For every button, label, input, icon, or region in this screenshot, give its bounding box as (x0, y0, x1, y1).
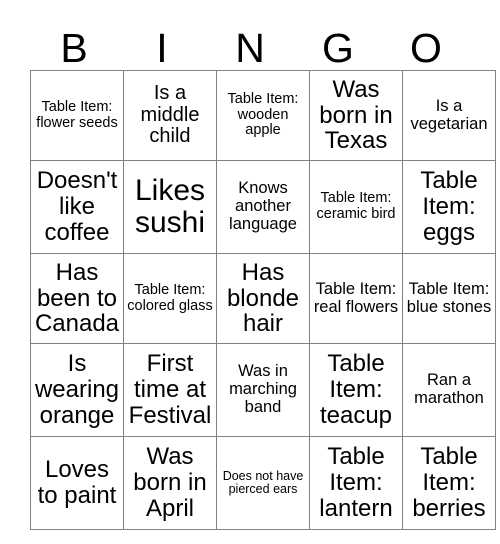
header-letter-o: O (410, 25, 442, 71)
bingo-cell[interactable]: Table Item: blue stones (402, 253, 496, 344)
bingo-cell[interactable]: Has blonde hair (216, 253, 310, 344)
bingo-cell[interactable]: Is wearing orange (30, 343, 124, 437)
bingo-cell[interactable]: Does not have pierced ears (216, 436, 310, 530)
bingo-cell[interactable]: Is a vegetarian (402, 70, 496, 161)
bingo-cell[interactable]: Is a middle child (123, 70, 217, 161)
bingo-cell[interactable]: Table Item: berries (402, 436, 496, 530)
bingo-cell[interactable]: Loves to paint (30, 436, 124, 530)
bingo-grid: Table Item: flower seeds Is a middle chi… (30, 70, 496, 530)
bingo-card: B I N G O Table Item: flower seeds Is a … (0, 0, 500, 544)
bingo-cell[interactable]: Was born in April (123, 436, 217, 530)
bingo-cell[interactable]: Table Item: wooden apple (216, 70, 310, 161)
bingo-row: Table Item: flower seeds Is a middle chi… (30, 70, 496, 161)
header-letter-i: I (156, 25, 168, 71)
bingo-row: Loves to paint Was born in April Does no… (30, 436, 496, 530)
bingo-cell[interactable]: Table Item: colored glass (123, 253, 217, 344)
bingo-cell[interactable]: Likes sushi (123, 160, 217, 254)
header-letter-g: G (322, 25, 354, 71)
bingo-cell[interactable]: Table Item: real flowers (309, 253, 403, 344)
bingo-cell[interactable]: Ran a marathon (402, 343, 496, 437)
bingo-row: Doesn't like coffee Likes sushi Knows an… (30, 160, 496, 254)
bingo-cell[interactable]: Has been to Canada (30, 253, 124, 344)
bingo-cell[interactable]: Table Item: flower seeds (30, 70, 124, 161)
bingo-cell[interactable]: First time at Festival (123, 343, 217, 437)
bingo-row: Is wearing orange First time at Festival… (30, 343, 496, 437)
bingo-cell[interactable]: Table Item: lantern (309, 436, 403, 530)
bingo-cell[interactable]: Table Item: eggs (402, 160, 496, 254)
bingo-cell[interactable]: Table Item: teacup (309, 343, 403, 437)
bingo-header-letters: B I N G O (30, 14, 470, 70)
bingo-cell[interactable]: Doesn't like coffee (30, 160, 124, 254)
bingo-cell[interactable]: Was in marching band (216, 343, 310, 437)
header-letter-b: B (60, 25, 88, 71)
bingo-row: Has been to Canada Table Item: colored g… (30, 253, 496, 344)
header-letter-n: N (235, 25, 265, 71)
bingo-cell[interactable]: Knows another language (216, 160, 310, 254)
bingo-cell[interactable]: Table Item: ceramic bird (309, 160, 403, 254)
bingo-cell[interactable]: Was born in Texas (309, 70, 403, 161)
